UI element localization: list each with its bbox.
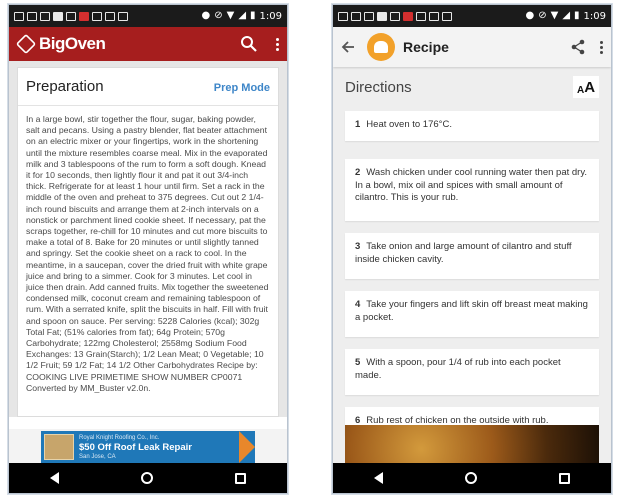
search-icon[interactable] xyxy=(240,35,258,53)
directions-panel: Directions AA 1 Heat oven to 176°C. 2 Wash … xyxy=(333,67,611,463)
system-nav-bar xyxy=(333,463,611,493)
blocked-icon: ⊘ xyxy=(538,10,547,21)
preparation-text: In a large bowl, stir together the flour… xyxy=(26,114,269,393)
notification-icon xyxy=(390,11,400,21)
step-text: Take onion and large amount of cilantro … xyxy=(355,241,572,265)
nav-recent-icon[interactable] xyxy=(559,472,570,484)
app-bar: Recipe xyxy=(333,27,611,67)
notification-icon xyxy=(442,11,452,21)
step-number: 5 xyxy=(355,357,361,368)
section-title: Preparation xyxy=(26,78,104,95)
notification-icon xyxy=(351,11,361,21)
recipe-photo xyxy=(345,425,599,463)
bigoven-logo-icon xyxy=(15,33,37,55)
app-bar: BigOven xyxy=(9,27,287,61)
notification-icon xyxy=(40,11,50,21)
battery-icon: ▮ xyxy=(250,10,256,21)
notification-icon xyxy=(14,11,24,21)
back-arrow-icon[interactable] xyxy=(341,40,355,54)
wifi-icon: ▼ xyxy=(550,10,559,21)
signal-icon: ◢ xyxy=(238,10,247,21)
notification-icon xyxy=(105,11,115,21)
direction-step: 3 Take onion and large amount of cilantro… xyxy=(345,233,599,279)
menu-dots-icon[interactable] xyxy=(276,37,279,51)
notification-icons xyxy=(338,11,452,21)
notification-icon xyxy=(429,11,439,21)
nav-back-icon[interactable] xyxy=(50,472,59,484)
step-number: 2 xyxy=(355,167,361,178)
text-size-icon[interactable]: AA xyxy=(573,76,599,98)
nav-recent-icon[interactable] xyxy=(235,472,246,484)
notification-icon xyxy=(338,11,348,21)
section-title: Directions xyxy=(345,78,412,96)
clock: 1:09 xyxy=(583,10,606,22)
chef-hat-icon xyxy=(367,33,395,61)
step-text: With a spoon, pour 1/4 of rub into each … xyxy=(355,357,561,381)
blocked-icon: ⊘ xyxy=(214,10,223,21)
direction-step: 2 Wash chicken under cool running water t… xyxy=(345,159,599,221)
ad-banner[interactable]: Royal Knight Roofing Co., Inc. $50 Off R… xyxy=(41,431,255,463)
step-number: 4 xyxy=(355,299,361,310)
recipe-screen: ● ⊘ ▼ ◢ ▮ 1:09 Recipe Directions AA 1 Hea… xyxy=(332,4,612,494)
notification-icon xyxy=(403,11,413,21)
prep-mode-button[interactable]: Prep Mode xyxy=(214,82,270,94)
nav-home-icon[interactable] xyxy=(141,472,153,484)
divider xyxy=(18,105,278,106)
notification-icon xyxy=(416,11,426,21)
location-icon: ● xyxy=(201,10,211,21)
direction-step: 4 Take your fingers and lift skin off bre… xyxy=(345,291,599,337)
notification-icon xyxy=(364,11,374,21)
bigoven-screen: ● ⊘ ▼ ◢ ▮ 1:09 BigOven Preparation Prep … xyxy=(8,4,288,494)
preparation-panel: Preparation Prep Mode In a large bowl, s… xyxy=(9,61,287,417)
notification-icon xyxy=(118,11,128,21)
system-nav-bar xyxy=(9,463,287,493)
notification-icon xyxy=(53,11,63,21)
ad-image xyxy=(44,434,74,460)
status-bar: ● ⊘ ▼ ◢ ▮ 1:09 xyxy=(9,5,287,27)
step-number: 3 xyxy=(355,241,361,252)
wifi-icon: ▼ xyxy=(226,10,235,21)
nav-back-icon[interactable] xyxy=(374,472,383,484)
location-icon: ● xyxy=(525,10,535,21)
ad-arrow-icon xyxy=(239,431,255,463)
clock: 1:09 xyxy=(259,10,282,22)
ad-location: San Jose, CA xyxy=(79,453,116,460)
notification-icon xyxy=(377,11,387,21)
bigoven-logo[interactable]: BigOven xyxy=(15,33,106,55)
direction-step: 1 Heat oven to 176°C. xyxy=(345,111,599,141)
ad-headline: $50 Off Roof Leak Repair xyxy=(79,441,192,453)
ad-banner-area: Royal Knight Roofing Co., Inc. $50 Off R… xyxy=(9,429,287,465)
notification-icon xyxy=(79,11,89,21)
brand-name: BigOven xyxy=(39,34,106,53)
step-text: Heat oven to 176°C. xyxy=(366,119,452,130)
notification-icon xyxy=(27,11,37,21)
notification-icon xyxy=(66,11,76,21)
signal-icon: ◢ xyxy=(562,10,571,21)
step-text: Take your fingers and lift skin off brea… xyxy=(355,299,588,323)
nav-home-icon[interactable] xyxy=(465,472,477,484)
ad-company: Royal Knight Roofing Co., Inc. xyxy=(79,434,160,441)
step-number: 1 xyxy=(355,119,361,130)
notification-icons xyxy=(14,11,128,21)
direction-step: 5 With a spoon, pour 1/4 of rub into each… xyxy=(345,349,599,395)
share-icon[interactable] xyxy=(570,39,586,55)
screen-title: Recipe xyxy=(403,39,449,55)
status-bar: ● ⊘ ▼ ◢ ▮ 1:09 xyxy=(333,5,611,27)
system-icons: ● ⊘ ▼ ◢ ▮ 1:09 xyxy=(201,11,282,22)
preparation-card: Preparation Prep Mode In a large bowl, s… xyxy=(17,67,279,417)
battery-icon: ▮ xyxy=(574,10,580,21)
step-text: Wash chicken under cool running water th… xyxy=(355,167,588,203)
menu-dots-icon[interactable] xyxy=(600,40,603,54)
system-icons: ● ⊘ ▼ ◢ ▮ 1:09 xyxy=(525,11,606,22)
notification-icon xyxy=(92,11,102,21)
